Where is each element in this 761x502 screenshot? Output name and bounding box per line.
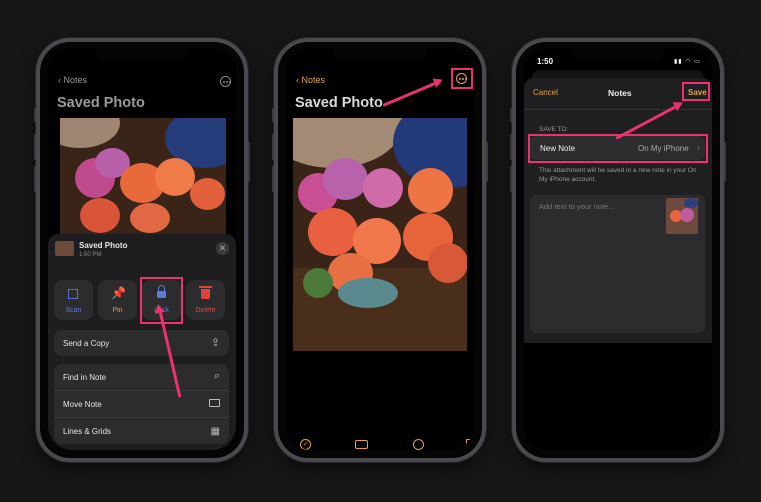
lines-grids-row[interactable]: Lines & Grids ▦ bbox=[54, 418, 229, 444]
find-in-note-row[interactable]: Find in Note ⌕ bbox=[54, 364, 229, 391]
sheet-title: Saved Photo bbox=[79, 241, 128, 250]
checklist-icon[interactable]: ✓ bbox=[300, 439, 311, 450]
phone-1: ‹ Notes Saved Photo Saved Photo 1:50 PM … bbox=[34, 38, 250, 462]
delete-button[interactable]: Delete bbox=[186, 280, 225, 320]
attachment-thumbnail bbox=[666, 198, 698, 234]
send-copy-row[interactable]: Send a Copy ⇪ bbox=[54, 330, 229, 356]
more-icon[interactable] bbox=[220, 76, 231, 87]
sheet-title: Notes bbox=[608, 88, 632, 98]
markup-icon[interactable] bbox=[413, 439, 424, 450]
pin-button[interactable]: 📌 Pin bbox=[98, 280, 137, 320]
phone-3-screen: 1:50 ▮▮ ◠ ▭ Cancel Notes Save SAVE TO: N… bbox=[524, 48, 712, 450]
scan-icon bbox=[68, 289, 78, 299]
more-highlight bbox=[451, 68, 473, 89]
scan-button[interactable]: Scan bbox=[54, 280, 93, 320]
note-title: Saved Photo bbox=[57, 95, 145, 111]
pin-icon: 📌 bbox=[111, 286, 126, 300]
close-icon[interactable]: ✕ bbox=[216, 242, 229, 255]
compose-icon[interactable] bbox=[466, 439, 474, 449]
phone-3: 1:50 ▮▮ ◠ ▭ Cancel Notes Save SAVE TO: N… bbox=[510, 38, 726, 462]
phone-2: ‹ Notes Saved Photo ✓ bbox=[272, 38, 488, 462]
note-thumbnail bbox=[55, 241, 74, 256]
back-button[interactable]: ‹ Notes bbox=[58, 75, 87, 85]
status-icons: ▮▮ ◠ ▭ bbox=[674, 59, 701, 65]
chevron-left-icon: ‹ bbox=[296, 75, 299, 85]
note-photo bbox=[293, 118, 467, 351]
camera-icon[interactable] bbox=[355, 440, 368, 449]
sheet-time: 1:50 PM bbox=[79, 252, 102, 258]
phone-2-screen: ‹ Notes Saved Photo ✓ bbox=[286, 48, 474, 450]
folder-icon bbox=[209, 399, 220, 407]
back-button[interactable]: ‹ Notes bbox=[296, 75, 325, 85]
save-to-label: SAVE TO: bbox=[539, 126, 569, 133]
move-note-row[interactable]: Move Note bbox=[54, 391, 229, 418]
trash-icon bbox=[201, 289, 210, 299]
note-photo bbox=[60, 118, 226, 238]
chevron-left-icon: ‹ bbox=[58, 75, 61, 85]
phone-1-screen: ‹ Notes Saved Photo Saved Photo 1:50 PM … bbox=[48, 48, 236, 450]
save-highlight bbox=[682, 82, 710, 101]
status-time: 1:50 bbox=[537, 57, 554, 66]
info-text: This attachment will be saved in a new n… bbox=[539, 167, 697, 183]
grid-icon: ▦ bbox=[210, 426, 220, 437]
note-text-field[interactable]: Add text to your note... bbox=[530, 195, 705, 333]
search-icon: ⌕ bbox=[213, 370, 220, 382]
share-icon: ⇪ bbox=[210, 337, 220, 349]
cancel-button[interactable]: Cancel bbox=[533, 88, 558, 97]
note-title: Saved Photo bbox=[295, 95, 383, 111]
